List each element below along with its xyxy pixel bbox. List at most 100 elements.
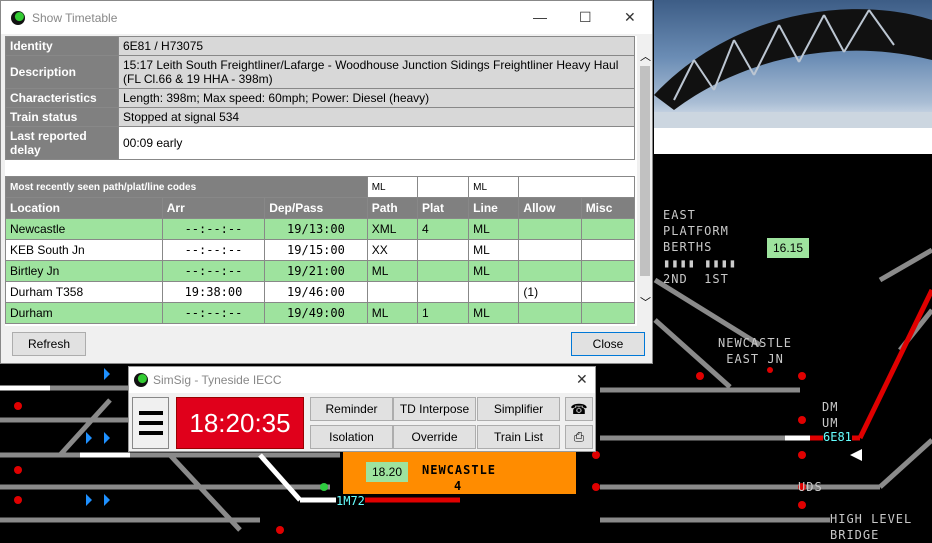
cell-location: Durham <box>5 302 163 324</box>
simsig-window-title: SimSig - Tyneside IECC <box>153 373 282 387</box>
col-line: Line <box>468 197 520 219</box>
printer-icon[interactable]: ⎙ <box>565 425 593 449</box>
berth-boxes: ▮▮▮▮ ▮▮▮▮ <box>663 256 738 270</box>
cell-misc <box>580 302 636 324</box>
timetable-scrollbar[interactable]: ︿ ﹀ <box>638 36 652 326</box>
timetable-table: Most recently seen path/plat/line codes … <box>5 176 636 324</box>
col-arr: Arr <box>161 197 266 219</box>
train-info-table: Identity 6E81 / H73075 Description 15:17… <box>5 36 635 160</box>
newcastle-station-name: NEWCASTLE <box>422 463 497 477</box>
sim-clock[interactable]: 18:20:35 <box>176 397 304 449</box>
cell-plat <box>416 281 470 303</box>
table-row[interactable]: Durham T358 19:38:00 19/46:00 (1) <box>5 281 636 303</box>
col-dep: Dep/Pass <box>264 197 368 219</box>
cell-path: XML <box>366 218 418 240</box>
cell-misc <box>580 281 636 303</box>
timetable-content: Identity 6E81 / H73075 Description 15:17… <box>5 36 637 326</box>
table-row[interactable]: Newcastle --:--:-- 19/13:00 XML 4 ML <box>5 218 636 240</box>
newcastle-platform-time: 18.20 <box>366 462 409 482</box>
info-value: Stopped at signal 534 <box>118 107 635 127</box>
codes-rest <box>518 176 635 198</box>
scroll-down-icon[interactable]: ﹀ <box>640 294 651 310</box>
show-timetable-window: Show Timetable — ☐ ✕ Identity 6E81 / H73… <box>0 0 653 364</box>
cell-path: ML <box>366 302 418 324</box>
cell-arr: 19:38:00 <box>161 281 266 303</box>
cell-line: ML <box>468 302 520 324</box>
cell-dep: 19/21:00 <box>264 260 368 282</box>
telephone-icon[interactable]: ☎ <box>565 397 593 421</box>
info-row-description: Description 15:17 Leith South Freightlin… <box>5 55 635 89</box>
cell-path: ML <box>366 260 418 282</box>
info-key: Description <box>5 55 119 89</box>
override-button[interactable]: Override <box>393 425 476 449</box>
cell-location: Durham T358 <box>5 281 163 303</box>
cell-path <box>366 281 418 303</box>
cell-path: XX <box>366 239 418 261</box>
info-row-train-status: Train status Stopped at signal 534 <box>5 107 635 127</box>
east-platform-time: 16.15 <box>767 238 810 258</box>
col-plat: Plat <box>416 197 470 219</box>
close-button[interactable]: Close <box>571 332 645 356</box>
table-row[interactable]: KEB South Jn --:--:-- 19/15:00 XX ML <box>5 239 636 261</box>
timetable-window-title: Show Timetable <box>32 11 118 25</box>
codes-label: Most recently seen path/plat/line codes <box>5 176 368 198</box>
info-value: 6E81 / H73075 <box>118 36 635 56</box>
close-icon[interactable]: ✕ <box>576 371 588 388</box>
cell-allow <box>518 260 582 282</box>
simplifier-button[interactable]: Simplifier <box>477 397 560 421</box>
reminder-button[interactable]: Reminder <box>310 397 393 421</box>
td-interpose-button[interactable]: TD Interpose <box>393 397 476 421</box>
cell-misc <box>580 239 636 261</box>
scroll-up-icon[interactable]: ︿ <box>640 48 651 64</box>
table-row[interactable]: Birtley Jn --:--:-- 19/21:00 ML ML <box>5 260 636 282</box>
maximize-icon[interactable]: ☐ <box>579 9 592 26</box>
col-location: Location <box>5 197 163 219</box>
cell-allow: (1) <box>518 281 582 303</box>
um-line-label: UM <box>822 416 839 430</box>
cell-plat: 1 <box>416 302 470 324</box>
info-key: Train status <box>5 107 119 127</box>
cell-plat <box>416 239 470 261</box>
info-key: Last reported delay <box>5 126 119 160</box>
cell-misc <box>580 260 636 282</box>
timetable-titlebar[interactable]: Show Timetable — ☐ ✕ <box>1 1 652 34</box>
cell-location: KEB South Jn <box>5 239 163 261</box>
info-value: 15:17 Leith South Freightliner/Lafarge -… <box>118 55 635 89</box>
cell-arr: --:--:-- <box>161 302 266 324</box>
cell-dep: 19/15:00 <box>264 239 368 261</box>
close-icon[interactable]: ✕ <box>624 9 636 26</box>
cell-line <box>468 281 520 303</box>
minimize-icon[interactable]: — <box>533 9 547 25</box>
info-row-identity: Identity 6E81 / H73075 <box>5 36 635 56</box>
berth-6e81[interactable]: 6E81 <box>823 430 852 444</box>
codes-path: ML <box>366 176 418 198</box>
cell-misc <box>580 218 636 240</box>
cell-plat <box>416 260 470 282</box>
scroll-thumb[interactable] <box>640 66 650 276</box>
train-list-button[interactable]: Train List <box>477 425 560 449</box>
hamburger-icon <box>139 411 163 415</box>
refresh-button[interactable]: Refresh <box>12 332 86 356</box>
info-key: Identity <box>5 36 119 56</box>
cell-arr: --:--:-- <box>161 218 266 240</box>
table-row[interactable]: Durham --:--:-- 19/49:00 ML 1 ML <box>5 302 636 324</box>
berth-1m72[interactable]: 1M72 <box>336 494 365 508</box>
isolation-button[interactable]: Isolation <box>310 425 393 449</box>
codes-row: Most recently seen path/plat/line codes … <box>5 176 635 198</box>
high-level-bridge-label: HIGH LEVEL BRIDGE <box>830 512 913 542</box>
col-misc: Misc <box>580 197 636 219</box>
hamburger-icon-bar <box>139 421 163 425</box>
main-menu-button[interactable] <box>132 397 169 449</box>
cell-allow <box>518 239 582 261</box>
cell-arr: --:--:-- <box>161 239 266 261</box>
info-key: Characteristics <box>5 88 119 108</box>
codes-line: ML <box>468 176 520 198</box>
cell-dep: 19/49:00 <box>264 302 368 324</box>
col-allow: Allow <box>518 197 582 219</box>
east-platform-berths-label: EAST PLATFORM BERTHS <box>663 208 729 254</box>
simsig-app-icon <box>11 11 25 25</box>
simsig-titlebar[interactable]: SimSig - Tyneside IECC ✕ <box>129 367 595 393</box>
codes-plat <box>416 176 470 198</box>
simsig-app-icon <box>134 373 148 387</box>
info-row-characteristics: Characteristics Length: 398m; Max speed:… <box>5 88 635 108</box>
